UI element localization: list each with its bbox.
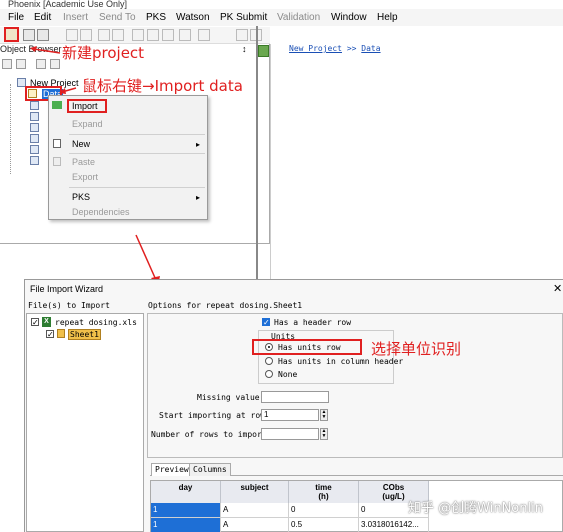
grid-cell[interactable]: A — [221, 503, 289, 518]
file-tree: ✓ X repeat dosing.xls ✓ Sheet1 — [26, 313, 144, 532]
grid-cell[interactable]: 1 — [151, 518, 221, 532]
num-rows-input[interactable] — [261, 428, 319, 440]
column-unit: (ug/L) — [382, 492, 405, 501]
missing-value-label: Missing value: — [197, 393, 265, 402]
grid-cell[interactable]: 1 — [151, 503, 221, 518]
arrow-new-project — [33, 48, 61, 54]
column-name: CObs — [382, 483, 405, 492]
file-checkbox[interactable]: ✓ — [31, 318, 39, 327]
files-to-import-label: File(s) to Import — [28, 301, 110, 310]
sheet-name[interactable]: Sheet1 — [68, 329, 101, 340]
column-header[interactable]: day — [151, 481, 221, 503]
column-name: day — [178, 483, 193, 492]
tab-columns[interactable]: Columns — [189, 463, 231, 476]
wizard-tabs: Preview Columns — [150, 462, 563, 476]
header-row-label: Has a header row — [274, 318, 352, 327]
wizard-title: File Import Wizard — [30, 284, 104, 294]
column-header[interactable]: subject — [221, 481, 289, 503]
units-radio-column-header[interactable] — [265, 357, 273, 365]
column-header[interactable]: time (h) — [289, 481, 359, 503]
annotation-select-units: 选择单位识别 — [371, 340, 462, 358]
units-option-label: None — [278, 370, 298, 379]
units-radio-has-units-row[interactable] — [265, 343, 273, 351]
num-rows-spinner[interactable]: ▲ ▼ — [320, 428, 328, 440]
arrow-head — [59, 88, 66, 94]
close-icon[interactable]: ✕ — [553, 282, 562, 295]
start-row-input[interactable]: 1 — [261, 409, 319, 421]
watermark: 知乎 @创腾WinNonlin — [408, 501, 543, 516]
units-option-label: Has units row — [278, 343, 341, 352]
units-option-label: Has units in column header — [278, 357, 404, 366]
missing-value-input[interactable] — [261, 391, 329, 403]
sheet-icon — [57, 329, 65, 338]
header-row-checkbox[interactable]: ✓ — [262, 318, 270, 327]
grid-cell[interactable]: 3.0318016142... — [359, 518, 429, 532]
options-title: Options for repeat dosing.Sheet1 — [148, 301, 303, 310]
file-name[interactable]: repeat dosing.xls — [55, 318, 137, 327]
tab-preview[interactable]: Preview — [151, 463, 193, 476]
num-rows-label: Number of rows to import: — [151, 430, 272, 439]
grid-cell[interactable]: 0 — [289, 503, 359, 518]
column-name: subject — [240, 483, 269, 492]
grid-cell[interactable]: A — [221, 518, 289, 532]
units-radio-none[interactable] — [265, 370, 273, 378]
start-row-label: Start importing at row: — [159, 411, 270, 420]
column-name: time — [315, 483, 332, 492]
excel-file-icon: X — [42, 317, 51, 327]
arrow-to-wizard — [135, 234, 157, 281]
column-unit: (h) — [318, 492, 329, 501]
arrow-head — [30, 46, 37, 52]
sheet-checkbox[interactable]: ✓ — [46, 330, 54, 339]
start-row-spinner[interactable]: ▲ ▼ — [320, 409, 328, 421]
grid-cell[interactable]: 0.5 — [289, 518, 359, 532]
